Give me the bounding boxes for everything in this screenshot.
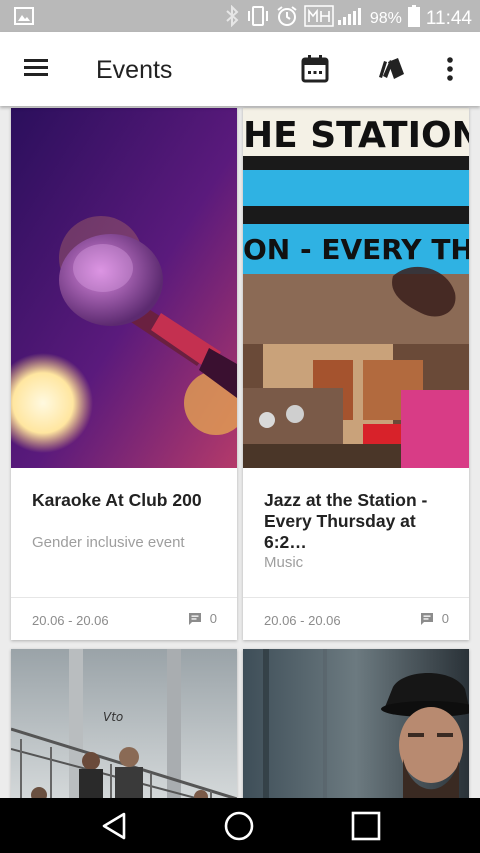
event-category: Gender inclusive event — [32, 534, 185, 551]
event-title: Jazz at the Station - Every Thursday at … — [264, 490, 428, 552]
system-navigation-bar — [0, 798, 480, 853]
alarm-icon — [276, 5, 298, 32]
svg-text:Vto: Vto — [103, 710, 123, 724]
events-grid: Karaoke At Club 200 Gender inclusive eve… — [0, 106, 480, 798]
comment-icon — [420, 612, 433, 625]
image-notification-icon — [14, 7, 34, 30]
tags-button[interactable] — [370, 52, 408, 86]
event-card[interactable]: HE STATION ON - EVERY THU Jazz at the St… — [243, 108, 469, 640]
battery-icon — [407, 5, 420, 32]
status-bar: 98% 11:44 — [0, 0, 480, 32]
event-card[interactable]: Karaoke At Club 200 Gender inclusive eve… — [11, 108, 237, 640]
event-card[interactable] — [243, 649, 469, 798]
event-category: Music — [264, 554, 304, 571]
comments-number: 0 — [441, 611, 449, 626]
more-vert-icon — [447, 57, 453, 81]
comments-count: 0 — [420, 611, 449, 626]
event-image — [11, 108, 237, 468]
more-options-button[interactable] — [436, 52, 464, 86]
calendar-icon — [301, 55, 329, 83]
event-dates: 20.06 - 20.06 — [32, 613, 109, 628]
home-icon — [224, 811, 254, 841]
comment-icon — [188, 612, 201, 625]
event-dates: 20.06 - 20.06 — [264, 613, 341, 628]
menu-icon — [24, 59, 48, 76]
signal-icon — [304, 5, 364, 32]
battery-percent: 98% — [369, 9, 402, 27]
recents-icon — [351, 811, 381, 841]
event-image — [243, 108, 469, 468]
vibrate-icon — [246, 5, 270, 32]
card-divider — [11, 597, 237, 598]
back-button[interactable] — [98, 810, 130, 842]
bluetooth-icon — [224, 4, 240, 32]
event-title: Karaoke At Club 200 — [32, 490, 202, 510]
app-bar: Events — [0, 32, 480, 106]
comments-count: 0 — [188, 611, 217, 626]
menu-button[interactable] — [18, 54, 56, 84]
event-card[interactable]: Vto — [11, 649, 237, 798]
page-title: Events — [96, 56, 173, 84]
clock: 11:44 — [425, 7, 472, 29]
recents-button[interactable] — [350, 810, 382, 842]
poster-line-1: HE STATION — [243, 115, 469, 156]
poster-line-2: ON - EVERY THU — [243, 233, 469, 266]
tags-icon — [379, 58, 404, 79]
home-button[interactable] — [223, 810, 255, 842]
event-image — [243, 649, 469, 798]
calendar-button[interactable] — [298, 52, 332, 86]
card-divider — [243, 597, 469, 598]
back-icon — [102, 812, 126, 840]
event-image: Vto — [11, 649, 237, 798]
comments-number: 0 — [209, 611, 217, 626]
